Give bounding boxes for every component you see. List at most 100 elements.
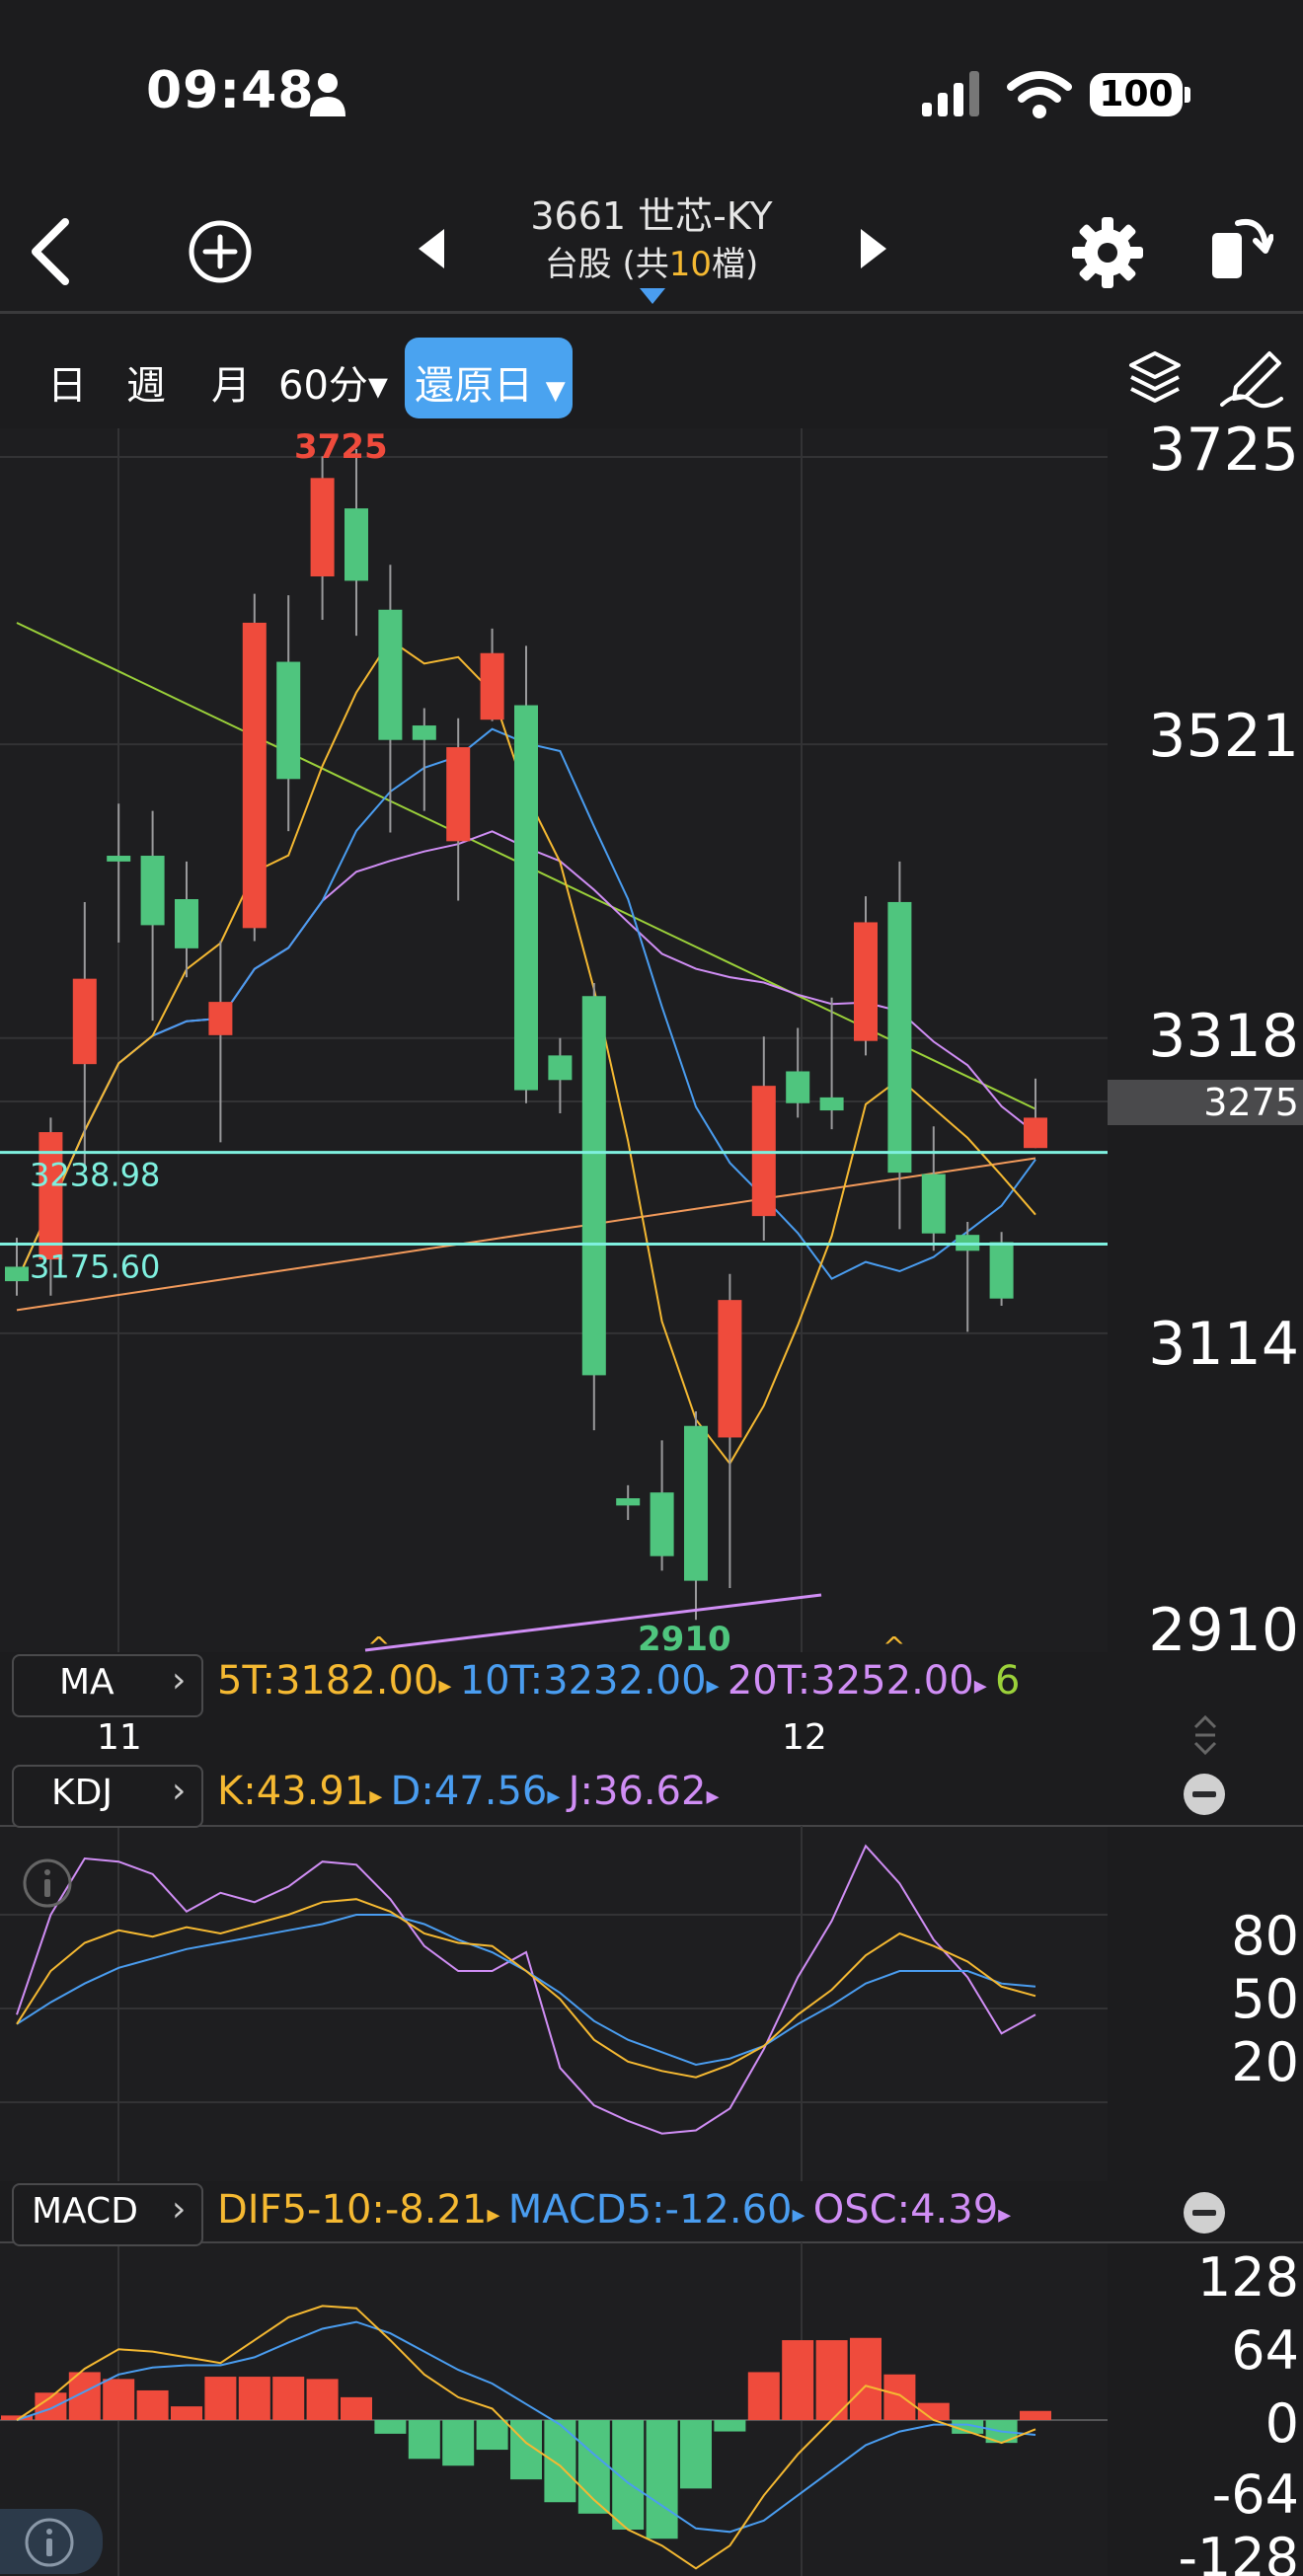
ma5-marker-icon: ▸ (438, 1671, 460, 1701)
macd-axis-label: 0 (1265, 2392, 1299, 2455)
price-axis-label: 3318 (1148, 1002, 1299, 1071)
macd-osc-bar (883, 2374, 916, 2420)
rotate-screen-icon[interactable] (1208, 211, 1273, 282)
price-plot-area (0, 428, 1108, 1652)
gear-icon[interactable] (1070, 215, 1145, 290)
low-marker: 2910 (638, 1620, 731, 1659)
kdj-values: K:43.91▸ D:47.56▸ J:36.62▸ (217, 1769, 1106, 1814)
macd-osc-bar (680, 2420, 712, 2489)
battery-indicator: 100 (1090, 73, 1183, 116)
macd-osc-bar (204, 2377, 237, 2420)
macd-osc-bar (612, 2420, 645, 2530)
macd-osc-bar (171, 2406, 202, 2420)
candle-body (921, 1174, 946, 1234)
price-axis-label: 3114 (1148, 1310, 1299, 1379)
candle-body (412, 725, 436, 740)
back-icon[interactable] (22, 212, 81, 291)
macd-osc-bar (238, 2377, 270, 2420)
k-marker-icon: ▸ (369, 1781, 391, 1811)
candle-body (581, 996, 606, 1376)
macd-axis-label: 64 (1231, 2319, 1299, 2382)
candle-body (5, 1266, 29, 1282)
stock-title[interactable]: 3661 世芯-KY (454, 186, 849, 240)
tab-month[interactable]: 月 (211, 353, 251, 411)
macd-axis-label: -64 (1212, 2463, 1299, 2526)
macd-values: DIF5-10:-8.21▸ MACD5:-12.60▸ OSC:4.39▸ (217, 2187, 1106, 2233)
restore-label-text: 還原日 (415, 363, 533, 409)
add-watchlist-icon[interactable] (186, 217, 255, 286)
restore-caret-icon: ▼ (545, 376, 566, 406)
ma-values: 5T:3182.00▸ 10T:3232.00▸ 20T:3252.00▸ 6 (217, 1658, 1106, 1704)
x-label-12: 12 (782, 1717, 827, 1758)
candle-body (345, 508, 368, 581)
signal-icon (922, 71, 979, 116)
ma60-value: 6 (995, 1658, 1021, 1704)
candle-body (208, 1002, 233, 1035)
candle-body (786, 1071, 810, 1103)
resize-handle-icon[interactable] (1192, 1713, 1218, 1757)
candle-body (378, 609, 403, 740)
market-subtitle[interactable]: 台股 (共10檔) (454, 237, 849, 285)
price-axis-label: 3521 (1148, 702, 1299, 771)
market-count: 10 (668, 245, 713, 284)
previous-stock-icon[interactable] (415, 227, 454, 270)
remove-macd-icon[interactable] (1181, 2189, 1228, 2236)
candle-body (548, 1055, 573, 1081)
chevron-down-icon[interactable] (640, 288, 665, 304)
chart-canvas[interactable]: 3238.983175.6037252910^ ^ 372535213318311… (0, 424, 1303, 2576)
macd-osc-bar (442, 2420, 475, 2466)
candle-body (819, 1097, 844, 1111)
price-axis-label: 3725 (1148, 424, 1299, 485)
macd-osc-bar (782, 2340, 814, 2420)
candle-body (446, 747, 471, 842)
macd5-marker-icon: ▸ (792, 2200, 813, 2230)
wifi-icon (1007, 71, 1072, 118)
dif-value: DIF5-10:-8.21 (217, 2187, 488, 2233)
macd-osc-bar (476, 2420, 508, 2451)
person-icon (310, 73, 345, 116)
dif-marker-icon: ▸ (487, 2200, 508, 2230)
candle-body (887, 901, 912, 1174)
next-stock-icon[interactable] (851, 227, 890, 270)
macd5-value: MACD5:-12.60 (507, 2187, 793, 2233)
candle-body (242, 622, 267, 929)
info-icon[interactable] (22, 1857, 73, 1909)
tab-day[interactable]: 日 (47, 353, 87, 411)
macd-osc-bar (341, 2396, 372, 2420)
current-price-label: 3275 (1203, 1081, 1299, 1124)
tab-week[interactable]: 週 (126, 353, 166, 411)
drawn-hline-label: 3175.60 (30, 1249, 160, 1286)
chevron-right-icon: › (172, 1771, 187, 1811)
info-icon (25, 2518, 74, 2567)
stock-code: 3661 (530, 194, 627, 238)
ma10-value: 10T:3232.00 (459, 1658, 707, 1704)
market-suffix: 檔) (712, 245, 759, 284)
candle-body (650, 1492, 674, 1556)
j-value: J:36.62 (568, 1769, 707, 1814)
kdj-chart: 805020 (0, 1825, 1303, 2181)
macd-osc-bar (306, 2379, 339, 2420)
kdj-selector-label: KDJ (51, 1773, 113, 1813)
market-prefix: 台股 (共 (544, 245, 669, 284)
candle-body (684, 1425, 708, 1581)
ma20-marker-icon: ▸ (973, 1671, 996, 1701)
candle-body (107, 856, 131, 862)
macd-axis-label: 128 (1197, 2246, 1299, 2309)
price-axis: 3725 3521 3318 3114 2910 3275 (1108, 424, 1303, 1665)
macd-osc-bar (1020, 2410, 1051, 2420)
price-chart: 3238.983175.6037252910^ ^ (0, 427, 1108, 1663)
macd-osc-bar (136, 2389, 169, 2420)
tab-60min[interactable]: 60分▾ (278, 353, 388, 411)
stock-name: 世芯-KY (638, 194, 773, 238)
ma5-value: 5T:3182.00 (217, 1658, 439, 1704)
candle-body (989, 1242, 1014, 1299)
drawn-hline-label: 3238.98 (30, 1157, 160, 1194)
ma20-value: 20T:3252.00 (727, 1658, 974, 1704)
macd-selector-label: MACD (32, 2191, 138, 2232)
candle-body (310, 478, 335, 577)
layers-icon[interactable] (1127, 349, 1183, 407)
remove-kdj-icon[interactable] (1181, 1771, 1228, 1818)
candle-body (72, 978, 97, 1065)
pen-draw-icon[interactable] (1220, 349, 1283, 409)
ma-selector-label: MA (59, 1662, 115, 1703)
